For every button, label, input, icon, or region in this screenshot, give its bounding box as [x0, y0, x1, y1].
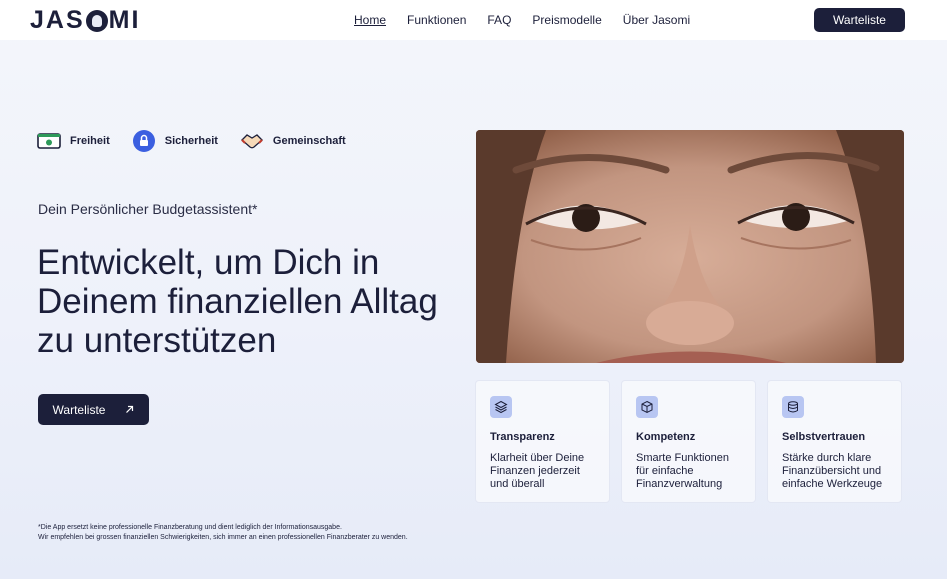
feature-title: Kompetenz: [636, 431, 696, 443]
nav-faq[interactable]: FAQ: [487, 13, 511, 27]
warteliste-header-button[interactable]: Warteliste: [814, 8, 905, 32]
hero-headline: Entwickelt, um Dich in Deinem finanziell…: [37, 243, 457, 360]
value-label: Gemeinschaft: [272, 135, 346, 147]
cube-icon: [636, 396, 658, 418]
nav-funktionen[interactable]: Funktionen: [407, 13, 466, 27]
value-gemeinschaft: Gemeinschaft: [240, 129, 346, 153]
headline-line: Deinem finanziellen Alltag: [37, 282, 438, 321]
lock-icon: [132, 129, 156, 153]
value-label: Sicherheit: [164, 135, 218, 147]
value-freiheit: Freiheit: [37, 129, 110, 153]
handshake-icon: [240, 129, 264, 153]
value-label: Freiheit: [70, 135, 110, 147]
logo-letters-mi: MI: [108, 6, 141, 34]
feature-card-selbstvertrauen: Selbstvertrauen Stärke durch klare Finan…: [767, 380, 902, 503]
nav-home[interactable]: Home: [354, 13, 386, 27]
disclaimer: *Die App ersetzt keine professionelle Fi…: [38, 523, 408, 543]
feature-title: Selbstvertrauen: [782, 431, 866, 443]
feature-card-kompetenz: Kompetenz Smarte Funktionen für einfache…: [621, 380, 756, 503]
feature-card-transparenz: Transparenz Klarheit über Deine Finanzen…: [475, 380, 610, 503]
main-nav: Home Funktionen FAQ Preismodelle Über Ja…: [354, 13, 690, 27]
logo-o-icon: [85, 9, 108, 32]
database-icon: [782, 396, 804, 418]
headline-line: zu unterstützen: [37, 321, 277, 360]
nav-preismodelle[interactable]: Preismodelle: [532, 13, 601, 27]
money-icon: [37, 129, 61, 153]
feature-text: Klarheit über Deine Finanzen jederzeit u…: [490, 452, 585, 490]
hero-photo-smiling-woman: [476, 130, 904, 363]
disclaimer-line: Wir empfehlen bei grossen finanziellen S…: [38, 534, 408, 541]
feature-cards: Transparenz Klarheit über Deine Finanzen…: [475, 380, 902, 503]
disclaimer-line: *Die App ersetzt keine professionelle Fi…: [38, 524, 342, 531]
values-row: Freiheit Sicherheit Gemeinschaft: [37, 129, 346, 153]
nav-ueber-jasomi[interactable]: Über Jasomi: [623, 13, 690, 27]
warteliste-hero-button[interactable]: Warteliste: [38, 394, 149, 425]
hero-subtitle: Dein Persönlicher Budgetassistent*: [38, 201, 258, 217]
arrow-up-right-icon: [125, 403, 134, 417]
feature-text: Smarte Funktionen für einfache Finanzver…: [636, 452, 729, 490]
layers-icon: [490, 396, 512, 418]
button-label: Warteliste: [52, 402, 106, 417]
headline-line: Entwickelt, um Dich in: [37, 243, 380, 282]
feature-title: Transparenz: [490, 431, 555, 443]
top-navigation-bar: JAS MI Home Funktionen FAQ Preismodelle Ü…: [0, 0, 947, 40]
logo-letters-jas: JAS: [30, 6, 85, 34]
value-sicherheit: Sicherheit: [132, 129, 218, 153]
jasomi-logo[interactable]: JAS MI: [30, 6, 140, 35]
feature-text: Stärke durch klare Finanzübersicht und e…: [782, 452, 883, 490]
